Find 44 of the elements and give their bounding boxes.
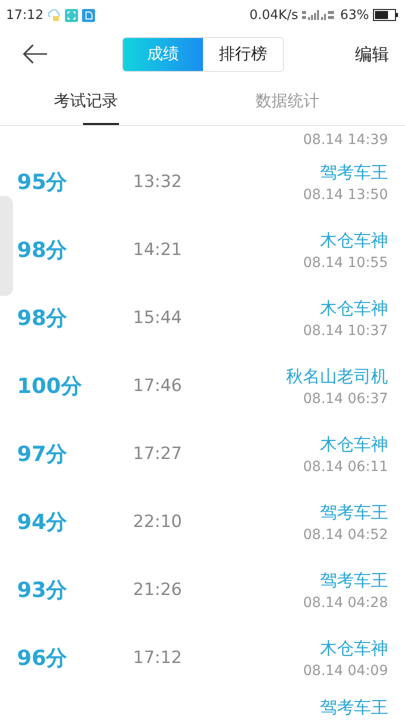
score: 96分 — [17, 645, 68, 672]
user-name: 木仓车神 — [320, 434, 388, 456]
duration: 17:46 — [133, 376, 182, 396]
score: 94分 — [17, 509, 68, 536]
duration: 22:10 — [133, 512, 182, 532]
duration: 21:26 — [133, 580, 182, 600]
duration: 13:32 — [133, 172, 182, 192]
score: 97分 — [17, 441, 68, 468]
record-date: 08.14 14:39 — [303, 132, 388, 148]
record-date: 08.14 13:50 — [303, 187, 388, 203]
user-name: 驾考车王 — [320, 697, 388, 719]
user-name: 木仓车神 — [320, 230, 388, 252]
record-date: 08.14 04:09 — [303, 663, 388, 679]
user-name: 驾考车王 — [320, 570, 388, 592]
user-name: 驾考车王 — [320, 502, 388, 524]
user-name: 驾考车王 — [320, 162, 388, 184]
record-date: 08.14 04:28 — [303, 595, 388, 611]
duration: 17:12 — [133, 648, 182, 668]
record-date: 08.14 06:37 — [303, 391, 388, 407]
edit-button[interactable]: 编辑 — [355, 42, 389, 66]
back-arrow-icon[interactable] — [22, 44, 48, 64]
user-name: 木仓车神 — [320, 298, 388, 320]
network-speed: 0.04K/s — [249, 8, 298, 22]
record-date: 08.14 10:55 — [303, 255, 388, 271]
scan-icon — [65, 8, 78, 22]
signal-icon — [302, 9, 336, 21]
sd-card-icon — [82, 8, 96, 22]
user-name: 秋名山老司机 — [286, 366, 388, 388]
record-date: 08.14 06:11 — [303, 459, 388, 475]
battery-percent: 63% — [340, 8, 369, 22]
battery-icon — [373, 9, 399, 21]
score: 95分 — [17, 169, 68, 196]
score: 98分 — [17, 305, 68, 332]
record-date: 08.14 10:37 — [303, 323, 388, 339]
user-name: 木仓车神 — [320, 638, 388, 660]
duration: 15:44 — [133, 308, 182, 328]
score: 98分 — [17, 237, 68, 264]
duration: 14:21 — [133, 240, 182, 260]
score: 100分 — [17, 373, 83, 400]
duration: 17:27 — [133, 444, 182, 464]
record-date: 08.14 04:52 — [303, 527, 388, 543]
status-time: 17:12 — [6, 8, 44, 22]
score: 93分 — [17, 577, 68, 604]
tab[interactable]: 考试记录 — [0, 78, 170, 125]
